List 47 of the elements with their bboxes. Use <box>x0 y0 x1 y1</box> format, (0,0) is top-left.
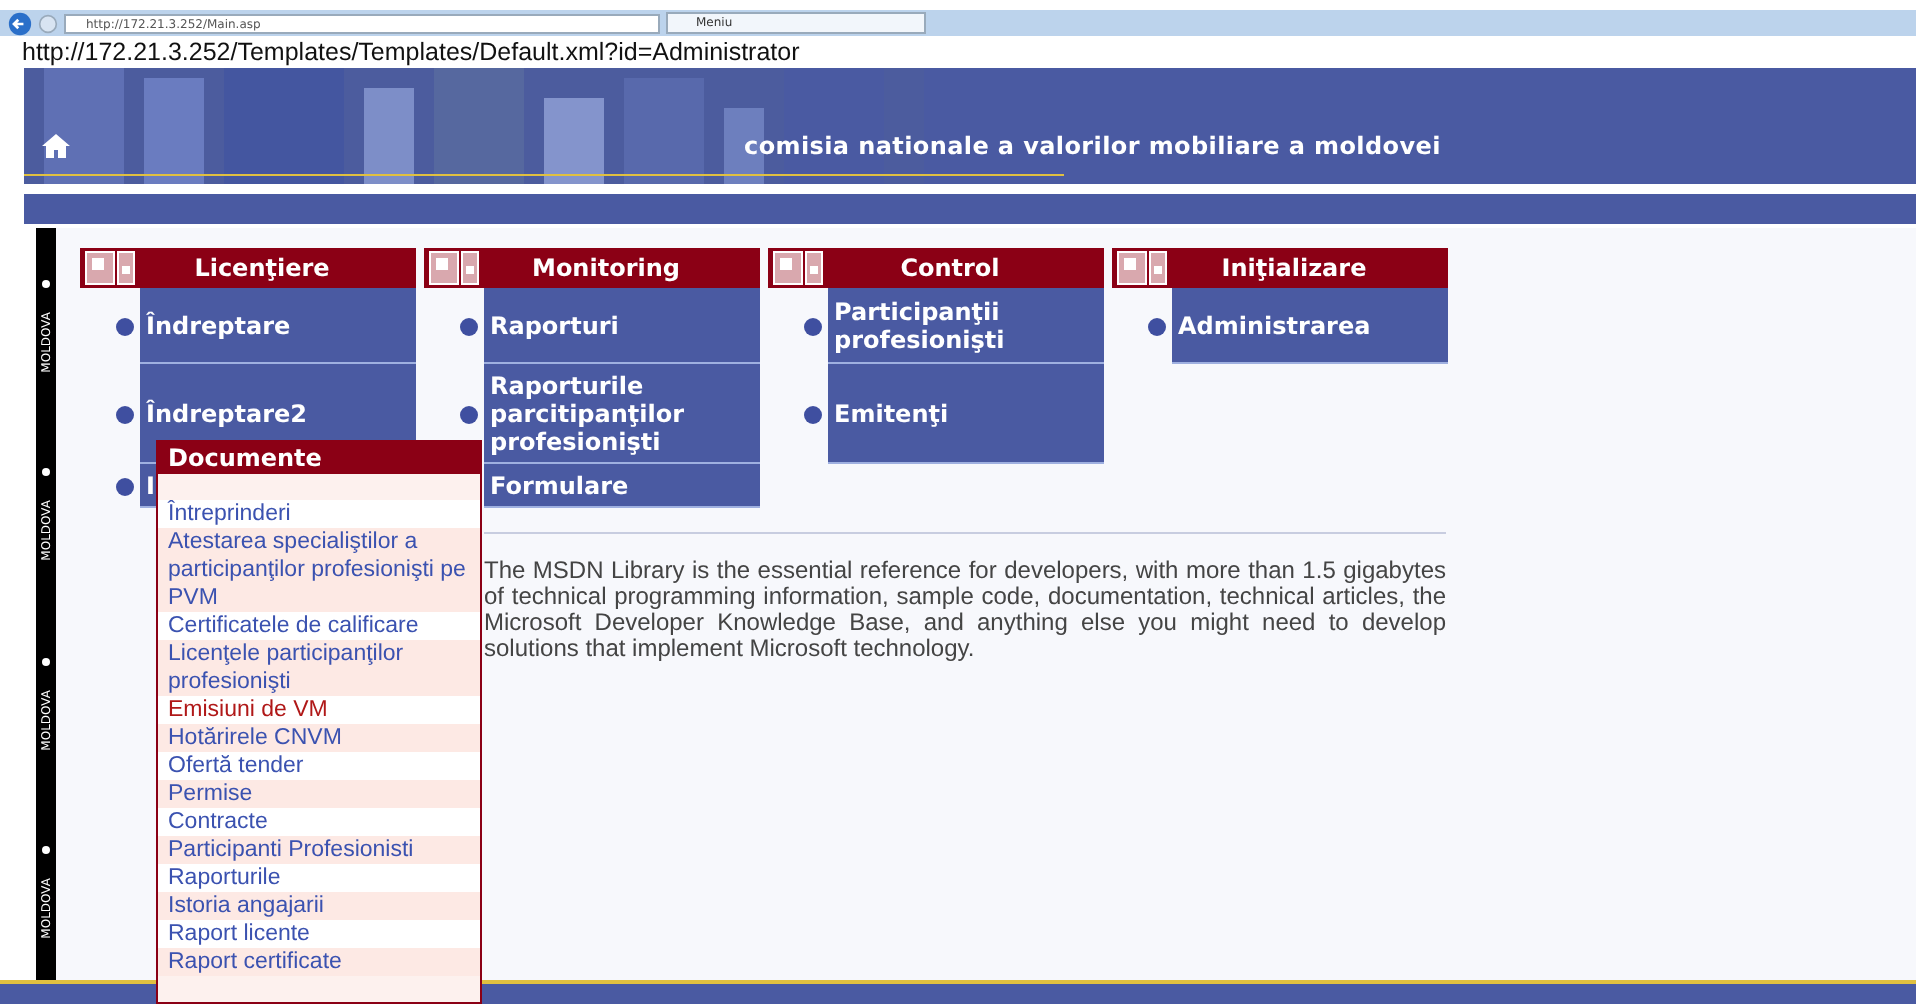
bullet-icon <box>804 405 822 423</box>
bullet-icon <box>804 317 822 335</box>
menu-header[interactable]: Monitoring <box>424 248 760 288</box>
home-icon[interactable] <box>40 132 72 160</box>
site-title: comisia nationale a valorilor mobiliare a moldovei <box>744 132 1441 160</box>
menu-item[interactable]: Îndreptare <box>140 288 416 364</box>
dot-icon <box>42 468 50 477</box>
window-icon <box>84 250 136 286</box>
menu-item[interactable]: Raporturi <box>484 288 760 364</box>
dropdown-item[interactable]: Atestarea specialiştilor a participanţilor profesionişti pe PVM <box>158 528 480 612</box>
menu-item[interactable]: Administrarea <box>1172 288 1448 364</box>
dropdown-item[interactable]: Raport licente <box>158 920 480 948</box>
dropdown-item[interactable]: Hotărirele CNVM <box>158 724 480 752</box>
dropdown-item[interactable]: Emisiuni de VM <box>158 696 480 724</box>
bullet-icon <box>116 405 134 423</box>
description-text: The MSDN Library is the essential reference for developers, with more than 1.5 gigabytes of technical programming information, sample code, documentation, technical articles, the Microsoft Developer Knowledge Base, and anything else you might need to develop solutions that implement Microsoft technology. <box>484 532 1446 662</box>
dropdown-item[interactable]: Contracte <box>158 808 480 836</box>
dropdown-item[interactable]: Participanti Profesionisti <box>158 836 480 864</box>
dot-icon <box>42 280 50 288</box>
dot-icon <box>42 657 50 666</box>
dropdown-item[interactable]: Întreprinderi <box>158 500 480 528</box>
bullet-icon <box>116 317 134 335</box>
menu-header[interactable]: Control <box>768 248 1104 288</box>
menu-header[interactable]: Iniţializare <box>1112 248 1448 288</box>
bullet-icon <box>460 317 478 335</box>
menu-header[interactable]: Licenţiere <box>80 248 416 288</box>
dropdown-item[interactable]: Licenţele participanţilor profesionişti <box>158 640 480 696</box>
bullet-icon <box>460 405 478 423</box>
dropdown-item[interactable]: Permise <box>158 780 480 808</box>
dropdown-title: Documente <box>158 442 480 474</box>
dropdown-item[interactable]: Raport certificate <box>158 948 480 976</box>
bullet-icon <box>1148 317 1166 335</box>
bullet-icon <box>116 477 134 495</box>
menu-item[interactable]: Participanţii profesionişti <box>828 288 1104 364</box>
dot-icon <box>42 845 50 854</box>
dropdown-item[interactable]: Raporturile <box>158 864 480 892</box>
menu-item[interactable]: Raporturile parcitipanţilor profesionişti <box>484 364 760 464</box>
menu-item[interactable]: Formulare <box>484 464 760 508</box>
menu-item[interactable]: Emitenţi <box>828 364 1104 464</box>
window-icon <box>772 250 824 286</box>
dropdown-item[interactable]: Certificatele de calificare <box>158 612 480 640</box>
back-icon[interactable] <box>8 11 32 35</box>
url-text: http://172.21.3.252/Templates/Templates/Default.xml?id=Administrator <box>20 36 802 68</box>
window-icon <box>428 250 480 286</box>
dropdown-item[interactable]: Ofertă tender <box>158 752 480 780</box>
window-icon <box>1116 250 1168 286</box>
dropdown-item[interactable]: Istoria angajarii <box>158 892 480 920</box>
